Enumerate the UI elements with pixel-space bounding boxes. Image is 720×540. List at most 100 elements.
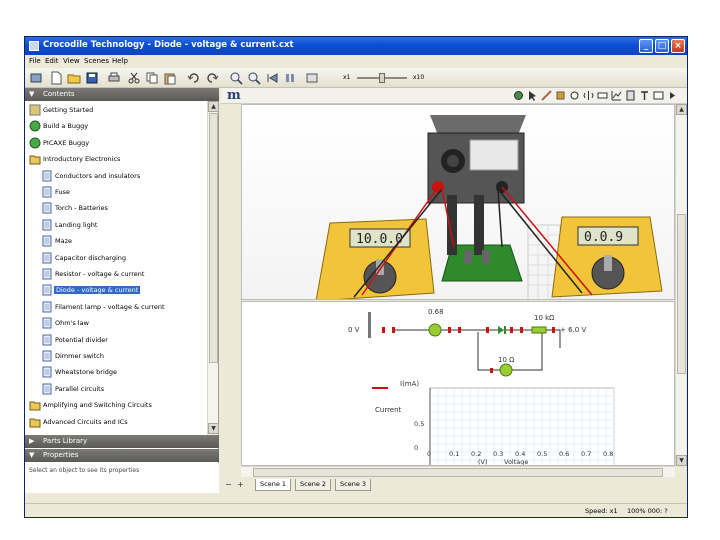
ammeter-icon[interactable] bbox=[499, 363, 513, 377]
label-tool-icon[interactable] bbox=[597, 90, 608, 101]
add-scene-button[interactable]: + bbox=[237, 480, 244, 489]
contents-header[interactable]: ▼ Contents bbox=[25, 88, 219, 101]
right-multimeter[interactable]: 0.0.9 bbox=[551, 216, 663, 298]
settings-gear-icon[interactable] bbox=[513, 90, 524, 101]
horizontal-scrollbar-thumb[interactable] bbox=[253, 468, 663, 477]
redo-icon[interactable] bbox=[205, 71, 219, 85]
library-icon[interactable] bbox=[29, 71, 43, 85]
x-tick-label: 0.3 bbox=[493, 450, 503, 458]
print-icon[interactable] bbox=[107, 71, 121, 85]
properties-area: Select an object to see its properties bbox=[25, 463, 219, 493]
menu-file[interactable]: File bbox=[29, 57, 41, 65]
test-board[interactable] bbox=[441, 195, 523, 282]
circuit-folder-icon bbox=[29, 399, 41, 411]
title-bar[interactable]: Crocodile Technology - Diode - voltage &… bbox=[25, 37, 687, 55]
flip-icon[interactable] bbox=[583, 90, 594, 101]
scroll-right-icon[interactable] bbox=[667, 90, 678, 101]
contents-scrollbar[interactable]: ▲ ▼ bbox=[207, 101, 219, 435]
resistor-label: 10 kΩ bbox=[534, 314, 555, 322]
scene-tab[interactable]: Scene 3 bbox=[335, 479, 372, 491]
top-meter-value: 0.68 bbox=[428, 308, 444, 316]
zoom-in-icon[interactable] bbox=[229, 71, 243, 85]
cut-icon[interactable] bbox=[127, 71, 141, 85]
export-icon[interactable] bbox=[653, 90, 664, 101]
right-meter-display: 0.0.9 bbox=[584, 230, 623, 245]
undo-icon[interactable] bbox=[187, 71, 201, 85]
green-gear-icon bbox=[29, 137, 41, 149]
text-tool-icon[interactable] bbox=[639, 90, 650, 101]
scene-tab[interactable]: Scene 1 bbox=[255, 479, 292, 491]
y-tick-label: 0.5 bbox=[414, 420, 424, 428]
x-tick-label: 0.4 bbox=[515, 450, 525, 458]
step-icon[interactable] bbox=[305, 71, 319, 85]
voltmeter-icon[interactable] bbox=[428, 323, 442, 337]
minimize-button[interactable]: _ bbox=[639, 39, 653, 53]
simulation-toolbar: m bbox=[221, 88, 687, 104]
document-icon bbox=[41, 383, 53, 395]
scrollbar-thumb[interactable] bbox=[677, 214, 686, 374]
scroll-up-button[interactable]: ▲ bbox=[208, 101, 219, 112]
contents-item-label: Diode - voltage & current bbox=[54, 286, 141, 295]
wire-tool-icon[interactable] bbox=[541, 90, 552, 101]
pause-icon[interactable] bbox=[283, 71, 297, 85]
rotate-icon[interactable] bbox=[569, 90, 580, 101]
scene-tabs: − + Scene 1 Scene 2 Scene 3 bbox=[221, 478, 687, 492]
graph-tool-icon[interactable] bbox=[611, 90, 622, 101]
menu-edit[interactable]: Edit bbox=[45, 57, 59, 65]
horizontal-scrollbar[interactable] bbox=[241, 466, 675, 477]
collapse-arrow-icon: ▼ bbox=[29, 90, 35, 98]
contents-item-label: Amplifying and Switching Circuits bbox=[43, 401, 152, 410]
window-title: Crocodile Technology - Diode - voltage &… bbox=[43, 40, 294, 50]
remove-scene-button[interactable]: − bbox=[225, 480, 232, 489]
x-tick-label: 0 bbox=[427, 450, 431, 458]
status-bar: Speed: x1 100% 000: ? bbox=[25, 503, 687, 517]
x-tick-label: 0.6 bbox=[559, 450, 569, 458]
close-button[interactable]: × bbox=[671, 39, 685, 53]
voltage-source-icon[interactable] bbox=[368, 312, 371, 338]
paste-icon[interactable] bbox=[163, 71, 177, 85]
scene-tab[interactable]: Scene 2 bbox=[295, 479, 332, 491]
collapse-arrow-icon: ▼ bbox=[29, 451, 35, 459]
properties-header[interactable]: ▼ Properties bbox=[25, 449, 219, 462]
left-multimeter[interactable]: 10.0.0 bbox=[315, 218, 435, 300]
contents-tree: Getting Started Build a Buggy PICAXE Buggy… bbox=[25, 101, 207, 435]
contents-item-label: Fuse bbox=[55, 188, 70, 196]
document-icon bbox=[41, 301, 53, 313]
scrollbar-thumb[interactable] bbox=[209, 113, 218, 363]
menu-view[interactable]: View bbox=[63, 57, 80, 65]
zoom-readout: 100% 000: ? bbox=[627, 507, 668, 515]
diode-icon[interactable] bbox=[498, 326, 506, 334]
x-tick-label: 0.5 bbox=[537, 450, 547, 458]
zoom-slider[interactable]: x1 x10 bbox=[343, 73, 443, 83]
rewind-icon[interactable] bbox=[265, 71, 279, 85]
lower-resistor-label: 10 Ω bbox=[498, 356, 515, 364]
voltage-right-label: + 6.0 V bbox=[560, 326, 586, 334]
contents-item-label: Filament lamp - voltage & current bbox=[55, 302, 165, 311]
zoom-out-icon[interactable] bbox=[247, 71, 261, 85]
contents-item-label: PICAXE Buggy bbox=[43, 138, 90, 147]
resistor-icon[interactable] bbox=[531, 326, 547, 334]
save-icon[interactable] bbox=[85, 71, 99, 85]
open-folder-icon[interactable] bbox=[67, 71, 81, 85]
copy-icon[interactable] bbox=[145, 71, 159, 85]
scroll-up-button[interactable]: ▲ bbox=[676, 104, 687, 115]
pointer-icon[interactable] bbox=[527, 90, 538, 101]
contents-item-label: Torch - Batteries bbox=[55, 204, 108, 213]
x-axis-select: Voltage bbox=[504, 458, 528, 466]
probe-tool-icon[interactable] bbox=[555, 90, 566, 101]
circuit-folder-icon bbox=[29, 416, 41, 428]
maximize-button[interactable]: □ bbox=[655, 39, 669, 53]
ammeter-label: I(mA) bbox=[400, 380, 419, 388]
menu-help[interactable]: Help bbox=[112, 57, 128, 65]
parts-library-header[interactable]: ▶ Parts Library bbox=[25, 435, 219, 448]
menu-scenes[interactable]: Scenes bbox=[84, 57, 109, 65]
view-scrollbar[interactable]: ▲ ▼ bbox=[675, 104, 687, 466]
scroll-down-button[interactable]: ▼ bbox=[676, 455, 687, 466]
new-file-icon[interactable] bbox=[49, 71, 63, 85]
zoom-slider-thumb[interactable] bbox=[379, 73, 385, 83]
schematic-view[interactable]: 0 V + 6.0 V 0.68 10 kΩ 10 Ω I(mA) Curren… bbox=[241, 301, 675, 466]
scroll-down-button[interactable]: ▼ bbox=[208, 423, 219, 434]
3d-circuit-view[interactable]: 10.0.0 0.0.9 bbox=[241, 104, 675, 300]
meter-tool-icon[interactable] bbox=[625, 90, 636, 101]
contents-item-label: Capacitor discharging bbox=[55, 253, 127, 262]
